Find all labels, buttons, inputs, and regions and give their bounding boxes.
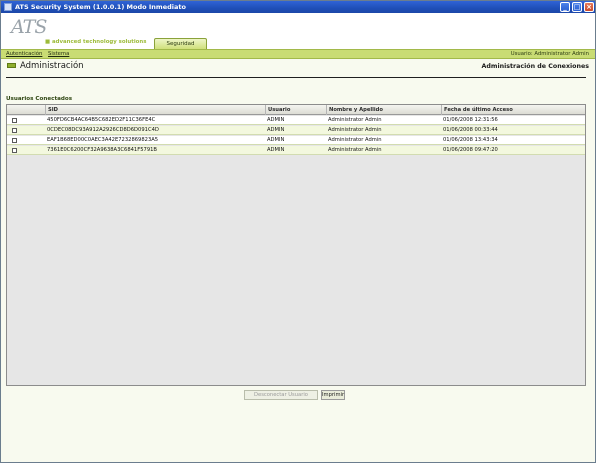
row-checkbox[interactable] [12,148,17,153]
grid-header: SID Usuario Nombre y Apellido Fecha de ú… [7,105,585,115]
page-title: Administración [20,61,84,71]
tab-seguridad[interactable]: Seguridad [154,38,207,49]
cell-sid: 0CDEC08DC93A912A2926CD8D6D091C4D [47,127,159,133]
cell-fecha: 01/06/2008 09:47:20 [443,147,498,153]
app-icon [4,3,12,11]
cell-usuario: ADMIN [267,117,285,123]
collapse-icon[interactable] [7,63,16,68]
table-row[interactable]: EAF1B68ED00C0AEC3A42E7232869823A5 ADMIN … [7,136,585,145]
header-nombre[interactable]: Nombre y Apellido [326,105,441,115]
cell-nombre: Administrator Admin [328,127,382,133]
header-fecha[interactable]: Fecha de último Acceso [441,105,585,115]
cell-sid: EAF1B68ED00C0AEC3A42E7232869823A5 [47,137,159,143]
header-select [7,105,45,115]
table-row[interactable]: 0CDEC08DC93A912A2926CD8D6D091C4D ADMIN A… [7,126,585,135]
row-checkbox[interactable] [12,118,17,123]
row-checkbox[interactable] [12,128,17,133]
maximize-button[interactable]: □ [572,2,582,12]
app-window: ATS Security System (1.0.0.1) Modo Inmed… [0,0,596,463]
cell-sid: 450FD6CB4AC64B5C682ED2F11C36FE4C [47,117,156,123]
header-usuario[interactable]: Usuario [265,105,326,115]
menu-bar: Autenticación Sistema Usuario: Administr… [1,49,595,59]
cell-usuario: ADMIN [267,147,285,153]
table-row[interactable]: 7361E0C6200CF32A9638A3C6841F5791B ADMIN … [7,146,585,155]
print-button[interactable]: Imprimir [321,390,345,400]
cell-nombre: Administrator Admin [328,147,382,153]
table-row[interactable]: 450FD6CB4AC64B5C682ED2F11C36FE4C ADMIN A… [7,116,585,125]
current-user-label: Usuario: Administrator Admin [510,51,589,57]
close-button[interactable]: × [584,2,594,12]
connected-users-grid: SID Usuario Nombre y Apellido Fecha de ú… [6,104,586,386]
menu-autenticacion[interactable]: Autenticación [6,51,42,58]
cell-nombre: Administrator Admin [328,117,382,123]
cell-nombre: Administrator Admin [328,137,382,143]
section-divider [6,77,586,78]
page-subtitle: Administración de Conexiones [481,63,589,70]
window-title: ATS Security System (1.0.0.1) Modo Inmed… [15,3,186,11]
cell-sid: 7361E0C6200CF32A9638A3C6841F5791B [47,147,157,153]
title-bar[interactable]: ATS Security System (1.0.0.1) Modo Inmed… [1,1,595,13]
cell-usuario: ADMIN [267,127,285,133]
brand-tagline: ■ advanced technology solutions [45,39,147,45]
header-sid[interactable]: SID [45,105,265,115]
disconnect-user-button[interactable]: Desconectar Usuario [244,390,318,400]
minimize-button[interactable]: _ [560,2,570,12]
ats-logo: ATS [11,16,47,38]
cell-fecha: 01/06/2008 12:31:56 [443,117,498,123]
row-checkbox[interactable] [12,138,17,143]
cell-usuario: ADMIN [267,137,285,143]
cell-fecha: 01/06/2008 13:43:34 [443,137,498,143]
group-label: Usuarios Conectados [6,96,73,102]
cell-fecha: 01/06/2008 00:33:44 [443,127,498,133]
menu-sistema[interactable]: Sistema [48,51,69,58]
